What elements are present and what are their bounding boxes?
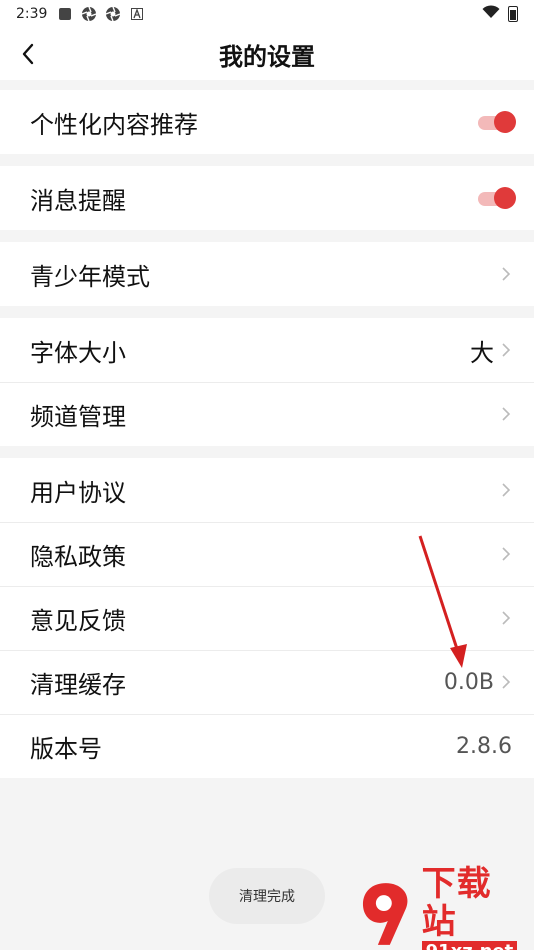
setting-personalized-recommend[interactable]: 个性化内容推荐 (0, 90, 534, 154)
watermark-text: 下载站 91xz.net (421, 864, 526, 950)
setting-label: 版本号 (30, 734, 102, 763)
setting-right (478, 187, 516, 209)
settings-group-youth: 青少年模式 (0, 242, 534, 306)
toast-message: 清理完成 (209, 868, 325, 924)
square-icon (57, 6, 73, 22)
setting-feedback[interactable]: 意见反馈 (0, 586, 534, 650)
setting-label: 个性化内容推荐 (30, 110, 198, 139)
status-bar: 2:39 (0, 0, 534, 28)
setting-right (478, 111, 516, 133)
version-value: 2.8.6 (456, 733, 512, 759)
watermark-title: 下载站 (421, 864, 492, 942)
setting-channel-management[interactable]: 频道管理 (0, 382, 534, 446)
setting-right (500, 265, 512, 283)
chevron-left-icon (22, 43, 34, 65)
settings-group-display: 字体大小 大 频道管理 (0, 318, 534, 446)
setting-right: 0.0B (444, 670, 512, 695)
setting-user-agreement[interactable]: 用户协议 (0, 458, 534, 522)
setting-label: 清理缓存 (30, 670, 126, 699)
chevron-right-icon (502, 267, 511, 281)
aperture-icon (105, 6, 121, 22)
toast-text: 清理完成 (239, 889, 295, 905)
setting-privacy-policy[interactable]: 隐私政策 (0, 522, 534, 586)
settings-group-notify: 消息提醒 (0, 166, 534, 230)
setting-font-size[interactable]: 字体大小 大 (0, 318, 534, 382)
setting-right (500, 545, 512, 563)
header: 我的设置 (0, 28, 534, 80)
message-reminder-toggle[interactable] (478, 187, 516, 209)
chevron-right-icon (502, 343, 511, 357)
setting-label: 隐私政策 (30, 542, 126, 571)
watermark-url: 91xz.net (421, 941, 518, 950)
font-size-value: 大 (470, 338, 494, 367)
chevron-right-icon (502, 407, 511, 421)
personalized-recommend-toggle[interactable] (478, 111, 516, 133)
chevron-right-icon (502, 547, 511, 561)
status-time: 2:39 (16, 6, 48, 22)
a-badge-icon (129, 6, 145, 22)
setting-label: 用户协议 (30, 478, 126, 507)
page-title: 我的设置 (219, 42, 315, 71)
watermark: 下载站 91xz.net (356, 865, 526, 950)
setting-version: 版本号 2.8.6 (0, 714, 534, 778)
wifi-icon (482, 5, 500, 23)
setting-label: 字体大小 (30, 338, 126, 367)
status-right (482, 5, 518, 23)
setting-right: 2.8.6 (456, 734, 512, 759)
setting-label: 意见反馈 (30, 606, 126, 635)
settings-group-recommend: 个性化内容推荐 (0, 90, 534, 154)
setting-right (500, 405, 512, 423)
setting-youth-mode[interactable]: 青少年模式 (0, 242, 534, 306)
watermark-logo-icon (362, 883, 408, 945)
back-button[interactable] (12, 38, 44, 70)
setting-right (500, 481, 512, 499)
cache-size-value: 0.0B (443, 669, 494, 695)
setting-label: 频道管理 (30, 402, 126, 431)
battery-icon (508, 6, 518, 22)
setting-message-reminder[interactable]: 消息提醒 (0, 166, 534, 230)
chevron-right-icon (502, 483, 511, 497)
setting-clear-cache[interactable]: 清理缓存 0.0B (0, 650, 534, 714)
setting-label: 消息提醒 (30, 186, 126, 215)
aperture-icon (81, 6, 97, 22)
chevron-right-icon (502, 675, 511, 689)
chevron-right-icon (502, 611, 511, 625)
toggle-knob (494, 111, 516, 133)
toggle-knob (494, 187, 516, 209)
settings-group-about: 用户协议 隐私政策 意见反馈 清理缓存 0.0B 版本号 2.8.6 (0, 458, 534, 778)
setting-label: 青少年模式 (30, 262, 150, 291)
setting-right: 大 (470, 333, 512, 368)
setting-right (500, 609, 512, 627)
